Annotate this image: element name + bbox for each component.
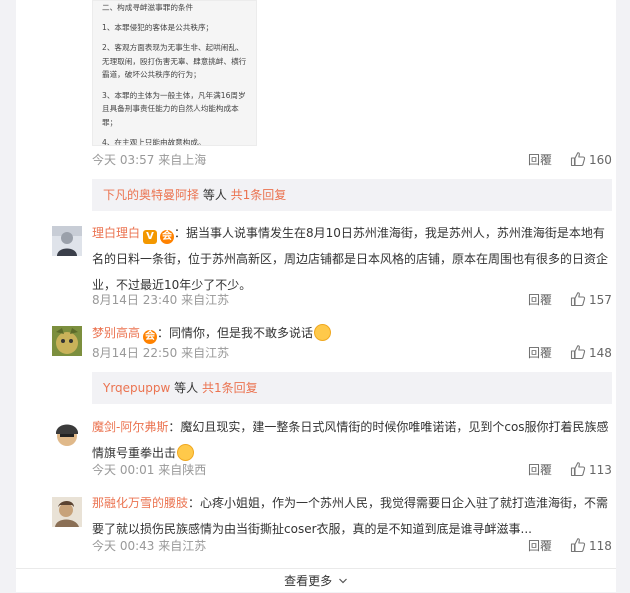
comment-actions: 回覆 113 <box>528 462 612 478</box>
reply-count[interactable]: 共1条回复 <box>202 381 258 395</box>
smile-emoji-icon <box>177 444 195 461</box>
comment-time: 8月14日 23:40 <box>92 293 178 307</box>
comment-body: 梦别高高会：同情你，但是我不敢多说话 <box>92 320 612 346</box>
like-count: 118 <box>589 539 612 553</box>
comment-body: 那融化万雪的腰肢：心疼小姐姐，作为一个苏州人民，我觉得需要日企入驻了就打造淮海街… <box>92 490 612 542</box>
image-line: 2、客观方面表现为无事生非、起哄闹乱、无理取闹，殴打伤害无辜、肆意挑衅、横行霸道… <box>102 43 247 79</box>
comment-meta: 8月14日 23:40 来自江苏 <box>92 292 229 308</box>
comment-time: 今天 00:01 <box>92 463 155 477</box>
reply-button[interactable]: 回覆 <box>528 152 552 168</box>
comment-actions: 回覆 157 <box>528 292 612 308</box>
chevron-down-icon <box>338 578 347 584</box>
avatar[interactable] <box>52 420 82 450</box>
comment-location: 来自江苏 <box>158 539 207 553</box>
comment-location: 来自江苏 <box>181 346 230 360</box>
comment-meta: 今天 00:43 来自江苏 <box>92 538 206 554</box>
reply-button[interactable]: 回覆 <box>528 345 552 361</box>
reply-middle-text: 等人 <box>199 188 231 202</box>
avatar[interactable] <box>52 226 82 256</box>
comment-username[interactable]: 那融化万雪的腰肢 <box>92 496 188 510</box>
reply-button[interactable]: 回覆 <box>528 538 552 554</box>
comment-username[interactable]: 理白理白 <box>92 226 140 240</box>
comment-time: 今天 00:43 <box>92 539 155 553</box>
thumb-up-icon[interactable] <box>570 344 586 360</box>
comment-location: 来自上海 <box>158 153 207 167</box>
comment-username[interactable]: 梦别高高 <box>92 326 140 340</box>
comment-time: 今天 03:57 <box>92 153 155 167</box>
smile-emoji-icon <box>314 324 332 341</box>
reply-user[interactable]: Yrqepuppw <box>103 381 170 395</box>
thumb-up-icon[interactable] <box>570 151 586 167</box>
comment-location: 来自江苏 <box>181 293 230 307</box>
comment-body: 理白理白 V 会：据当事人说事情发生在8月10日苏州淮海街，我是苏州人，苏州淮海街是… <box>92 220 612 298</box>
comment-time: 8月14日 22:50 <box>92 346 178 360</box>
thumb-up-icon[interactable] <box>570 291 586 307</box>
vip-badge-icon: V <box>143 230 158 244</box>
like-count: 148 <box>589 346 612 360</box>
see-more-label: 查看更多 <box>284 574 333 588</box>
comment-image[interactable]: 二、构成寻衅滋事罪的条件 1、本罪侵犯的客体是公共秩序； 2、客观方面表现为无事… <box>92 0 257 146</box>
comment-text: ：同情你，但是我不敢多说话 <box>157 326 314 340</box>
reply-button[interactable]: 回覆 <box>528 462 552 478</box>
reply-middle-text: 等人 <box>170 381 202 395</box>
comment-username[interactable]: 魔剑-阿尔弗斯 <box>92 420 168 434</box>
comment-body: 魔剑-阿尔弗斯：魔幻且现实，建一整条日式风情街的时候你唯唯诺诺，见到个cos服你… <box>92 414 612 466</box>
comment-actions: 回覆 118 <box>528 538 612 554</box>
comment-meta: 今天 03:57 来自上海 <box>92 152 206 168</box>
thumb-up-icon[interactable] <box>570 461 586 477</box>
like-count: 160 <box>589 153 612 167</box>
thumb-up-icon[interactable] <box>570 537 586 553</box>
comment-actions: 回覆 160 <box>528 152 612 168</box>
comment-panel: 二、构成寻衅滋事罪的条件 1、本罪侵犯的客体是公共秩序； 2、客观方面表现为无事… <box>16 0 616 592</box>
comment-meta: 今天 00:01 来自陕西 <box>92 462 206 478</box>
comment-meta: 8月14日 22:50 来自江苏 <box>92 345 229 361</box>
image-line: 1、本罪侵犯的客体是公共秩序； <box>102 22 214 32</box>
member-badge-icon: 会 <box>143 330 158 344</box>
reply-summary[interactable]: Yrqepuppw 等人 共1条回复 <box>92 372 612 404</box>
avatar[interactable] <box>52 497 82 527</box>
comment-actions: 回覆 148 <box>528 345 612 361</box>
reply-summary[interactable]: 下凡的奥特曼阿择 等人 共1条回复 <box>92 179 612 211</box>
image-line: 二、构成寻衅滋事罪的条件 <box>102 3 194 12</box>
comment-text: ：魔幻且现实，建一整条日式风情街的时候你唯唯诺诺，见到个cos服你打着民族感情旗… <box>92 420 609 460</box>
member-badge-icon: 会 <box>160 230 175 244</box>
image-line: 4、在主观上只能由故意构成。 <box>102 138 206 146</box>
like-count: 113 <box>589 463 612 477</box>
reply-user[interactable]: 下凡的奥特曼阿择 <box>103 188 199 202</box>
comment-location: 来自陕西 <box>158 463 207 477</box>
avatar[interactable] <box>52 326 82 356</box>
reply-count[interactable]: 共1条回复 <box>231 188 287 202</box>
see-more-button[interactable]: 查看更多 <box>16 568 616 592</box>
image-line: 3、本罪的主体为一般主体，凡年满16周岁且具备刑事责任能力的自然人均能构成本罪； <box>102 90 246 127</box>
reply-button[interactable]: 回覆 <box>528 292 552 308</box>
like-count: 157 <box>589 293 612 307</box>
